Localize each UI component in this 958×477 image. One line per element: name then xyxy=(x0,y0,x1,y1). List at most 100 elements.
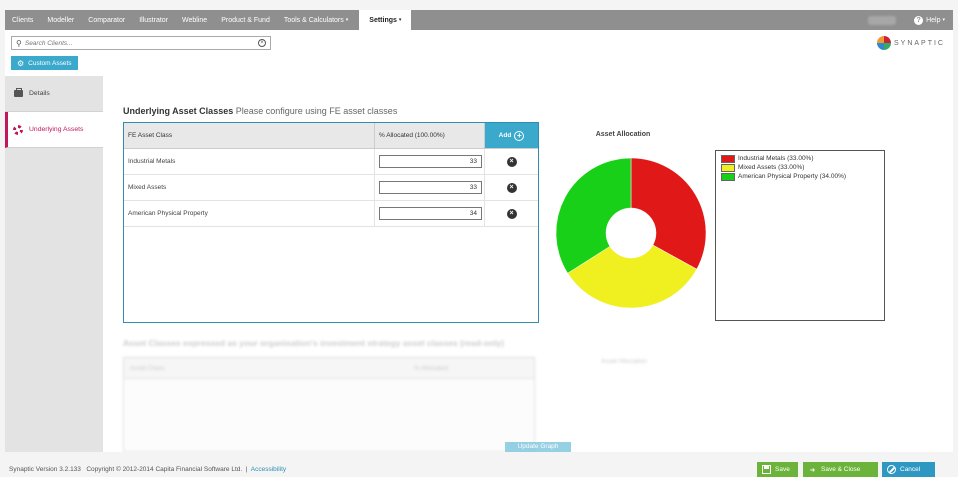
footer: Synaptic Version 3.2.133 Copyright © 201… xyxy=(5,452,953,477)
table-header: FE Asset Class % Allocated (100.00%) Add… xyxy=(124,123,538,149)
remove-row-icon[interactable]: × xyxy=(506,208,517,219)
allocation-input[interactable] xyxy=(379,207,482,220)
allocation-cell xyxy=(375,149,485,174)
remove-cell: × xyxy=(485,149,538,174)
logo-text: SYNAPTIC xyxy=(893,39,945,47)
readonly-heading: Asset Classes expressed as your organisa… xyxy=(123,338,504,348)
synaptic-logo: SYNAPTIC xyxy=(876,36,945,50)
readonly-chart-title: Asset Allocation xyxy=(601,358,647,365)
sidebar-item-underlying-assets[interactable]: Underlying Assets xyxy=(5,112,103,148)
nav-item-label: Settings xyxy=(369,16,397,24)
chart-title: Asset Allocation xyxy=(595,131,651,138)
cancel-button[interactable]: Cancel xyxy=(882,462,935,477)
search-box: ⚲ × xyxy=(11,36,271,50)
arrow-right-icon: ➜ xyxy=(809,466,816,474)
allocation-input[interactable] xyxy=(379,155,482,168)
help-icon: ? xyxy=(914,15,924,25)
allocation-input[interactable] xyxy=(379,181,482,194)
help-menu[interactable]: ? Help ▾ xyxy=(906,10,953,30)
sub-toolbar: ⚲ × ⚙ Custom Assets SYNAPTIC xyxy=(5,30,953,76)
remove-cell: × xyxy=(485,175,538,200)
asset-class-name: American Physical Property xyxy=(124,201,375,226)
nav-item-settings[interactable]: Settings ▾ xyxy=(359,10,412,30)
table-row: Industrial Metals × xyxy=(124,149,538,175)
nav-item-label: Modeller xyxy=(47,16,75,24)
legend-label: Mixed Assets (33.00%) xyxy=(738,164,805,171)
nav-item-comparator[interactable]: Comparator xyxy=(81,10,132,30)
remove-row-icon[interactable]: × xyxy=(506,156,517,167)
nav-item-modeller[interactable]: Modeller xyxy=(40,10,81,30)
legend-item: Industrial Metals (33.00%) xyxy=(721,155,879,163)
asset-class-name: Mixed Assets xyxy=(124,175,375,200)
chevron-down-icon: ▾ xyxy=(345,17,349,23)
sidebar: Details Underlying Assets xyxy=(5,76,103,452)
page-title: Underlying Asset Classes Please configur… xyxy=(123,106,397,116)
sidebar-item-details[interactable]: Details xyxy=(5,76,103,112)
footer-separator: | xyxy=(245,466,248,473)
table-row: Mixed Assets × xyxy=(124,175,538,201)
custom-assets-label: Custom Assets xyxy=(28,59,72,67)
sidebar-item-label: Underlying Assets xyxy=(29,126,84,133)
save-button[interactable]: Save xyxy=(757,462,798,477)
copyright-text: Copyright © 2012-2014 Capita Financial S… xyxy=(86,466,243,473)
version-text: Synaptic Version 3.2.133 xyxy=(9,466,81,473)
search-icon: ⚲ xyxy=(16,38,22,48)
chevron-down-icon: ▾ xyxy=(398,17,402,23)
nav-item-tools-calculators[interactable]: Tools & Calculators ▾ xyxy=(277,10,355,30)
asset-allocation-donut-chart xyxy=(555,157,707,309)
readonly-column-asset-class: Asset Class xyxy=(130,364,165,372)
cancel-label: Cancel xyxy=(900,466,921,473)
remove-row-icon[interactable]: × xyxy=(506,182,517,193)
top-navigation: Clients Modeller Comparator Illustrator … xyxy=(5,10,953,30)
asset-class-table: FE Asset Class % Allocated (100.00%) Add… xyxy=(123,122,539,323)
page-title-subtitle: Please configure using FE asset classes xyxy=(235,106,398,116)
nav-item-label: Clients xyxy=(12,16,34,24)
floppy-disk-icon xyxy=(762,465,771,474)
add-label: Add xyxy=(498,132,512,139)
table-row: American Physical Property × xyxy=(124,201,538,227)
legend-swatch xyxy=(721,164,735,172)
column-header-allocated: % Allocated (100.00%) xyxy=(375,123,485,148)
nav-item-illustrator[interactable]: Illustrator xyxy=(132,10,175,30)
chevron-down-icon: ▾ xyxy=(942,17,945,23)
readonly-section: Asset Classes expressed as your organisa… xyxy=(123,338,703,452)
page-title-main: Underlying Asset Classes xyxy=(123,106,234,116)
remove-cell: × xyxy=(485,201,538,226)
gear-icon: ⚙ xyxy=(17,58,25,68)
update-graph-button[interactable]: Update Graph xyxy=(505,442,571,452)
add-row-button[interactable]: Add + xyxy=(485,123,538,148)
readonly-table: Asset Class % Allocated xyxy=(123,357,535,452)
legend-label: Industrial Metals (33.00%) xyxy=(738,155,814,162)
nav-item-label: Illustrator xyxy=(139,16,169,24)
custom-assets-button[interactable]: ⚙ Custom Assets xyxy=(11,56,78,70)
column-header-asset-class: FE Asset Class xyxy=(124,123,375,148)
nav-item-clients[interactable]: Clients xyxy=(5,10,40,30)
allocation-cell xyxy=(375,175,485,200)
globe-logo-icon xyxy=(876,36,891,50)
nav-item-label: Comparator xyxy=(88,16,126,24)
briefcase-icon xyxy=(13,88,23,99)
accessibility-link[interactable]: Accessibility xyxy=(251,466,286,473)
nav-item-label: Tools & Calculators xyxy=(283,16,344,24)
asset-class-name: Industrial Metals xyxy=(124,149,375,174)
plus-circle-icon: + xyxy=(514,130,525,141)
clear-search-icon[interactable]: × xyxy=(258,39,266,47)
chart-legend: Industrial Metals (33.00%) Mixed Assets (… xyxy=(715,150,885,321)
readonly-table-header: Asset Class % Allocated xyxy=(124,358,534,379)
nav-item-label: Product & Fund xyxy=(221,16,270,24)
nav-item-webline[interactable]: Webline xyxy=(175,10,214,30)
help-label: Help xyxy=(926,16,941,24)
save-and-close-button[interactable]: ➜ Save & Close xyxy=(803,462,878,477)
footer-info: Synaptic Version 3.2.133 Copyright © 201… xyxy=(9,466,286,473)
legend-swatch xyxy=(721,155,735,163)
nav-item-label: Webline xyxy=(182,16,208,24)
save-label: Save xyxy=(775,466,790,473)
ban-icon xyxy=(887,465,896,474)
search-input[interactable] xyxy=(24,39,258,47)
user-name-redacted xyxy=(868,15,897,25)
lifering-icon xyxy=(13,124,23,135)
nav-item-product-fund[interactable]: Product & Fund xyxy=(214,10,277,30)
readonly-column-allocated: % Allocated xyxy=(414,364,448,372)
legend-label: American Physical Property (34.00%) xyxy=(738,173,847,180)
